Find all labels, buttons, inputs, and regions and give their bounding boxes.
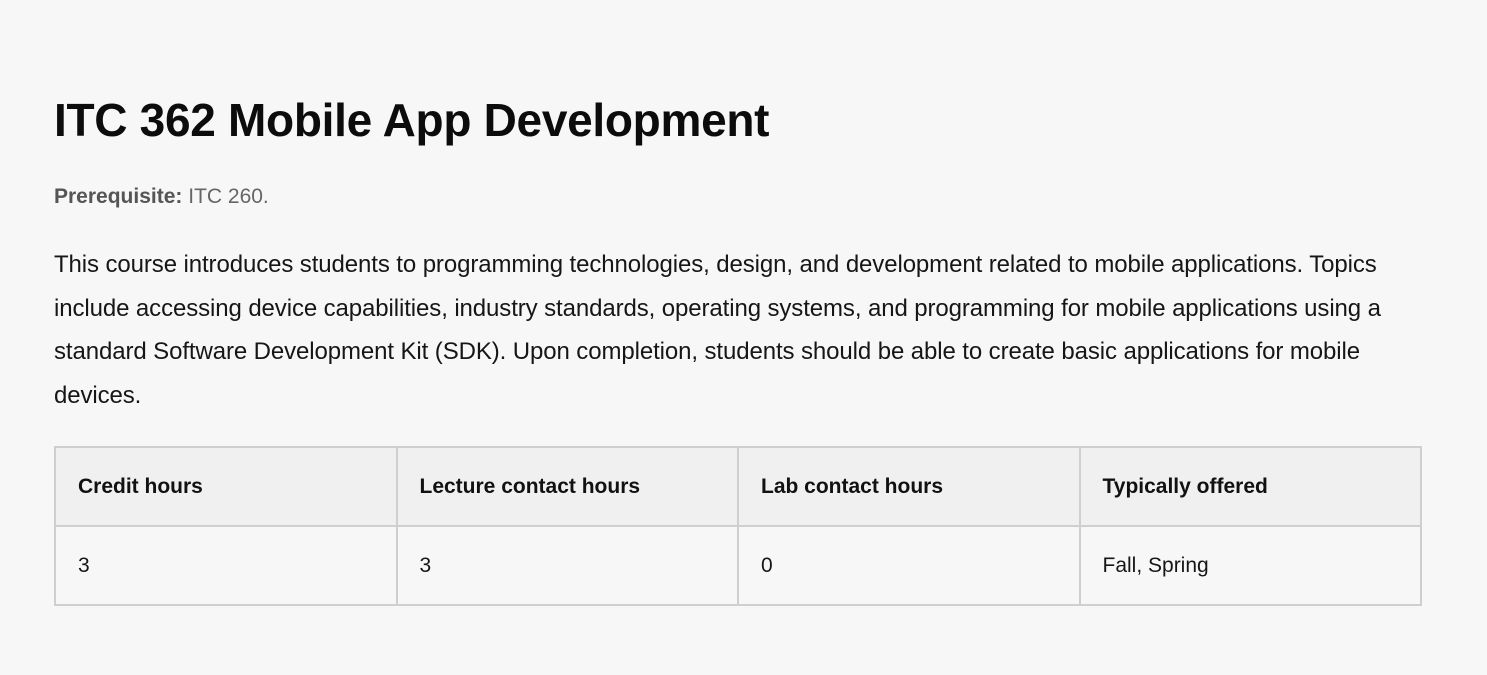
table-body: 3 3 0 Fall, Spring (54, 525, 1422, 606)
table-row: 3 3 0 Fall, Spring (54, 525, 1422, 606)
course-title: ITC 362 Mobile App Development (54, 94, 770, 146)
prerequisite-label: Prerequisite: (54, 185, 183, 208)
course-description: This course introduces students to progr… (54, 251, 1381, 409)
table-head: Credit hours Lecture contact hours Lab c… (54, 446, 1422, 527)
header-typically-offered: Typically offered (1078, 446, 1422, 527)
header-lecture-contact-hours: Lecture contact hours (395, 446, 739, 527)
course-hours-table: Credit hours Lecture contact hours Lab c… (54, 446, 1422, 606)
cell-credit-hours: 3 (54, 525, 398, 606)
cell-typically-offered: Fall, Spring (1078, 525, 1422, 606)
prerequisite-line: Prerequisite: ITC 260. (54, 183, 269, 211)
header-credit-hours: Credit hours (54, 446, 398, 527)
cell-lab-contact-hours: 0 (737, 525, 1081, 606)
cell-lecture-contact-hours: 3 (395, 525, 739, 606)
header-lab-contact-hours: Lab contact hours (737, 446, 1081, 527)
prerequisite-value: ITC 260. (188, 185, 269, 208)
table-header-row: Credit hours Lecture contact hours Lab c… (54, 446, 1422, 527)
